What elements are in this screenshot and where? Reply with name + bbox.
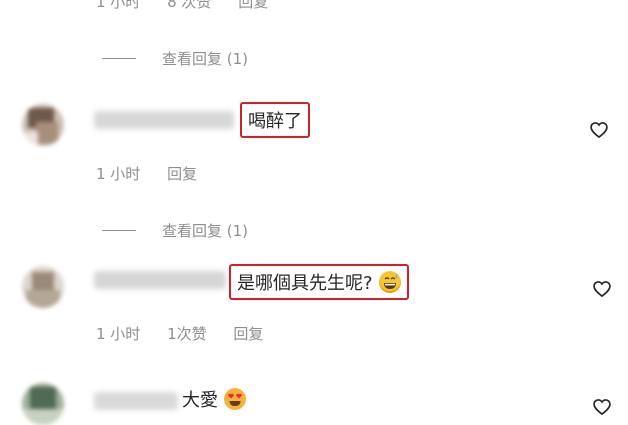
comment-text-2-box: 是哪個具先生呢?: [229, 264, 409, 300]
username-redacted[interactable]: [94, 111, 234, 129]
view-replies-label-1: 查看回复 (1): [162, 50, 249, 68]
comment-text-2: 是哪個具先生呢?: [237, 273, 373, 294]
heart-icon[interactable]: [589, 120, 609, 140]
heart-icon[interactable]: [592, 279, 612, 299]
view-replies-link-2[interactable]: 查看回复 (1): [102, 220, 248, 241]
top-meta-row: 1 小时 8 次赞 回复: [96, 0, 290, 12]
heart-icon[interactable]: [592, 397, 612, 417]
comment-meta-2: 1 小时 1次赞 回复: [96, 323, 285, 344]
like-count-2[interactable]: 1次赞: [167, 325, 207, 343]
username-redacted[interactable]: [94, 271, 226, 289]
reply-button-2[interactable]: 回复: [233, 325, 263, 343]
comment-time-2: 1 小时: [96, 325, 141, 343]
top-meta-reply-button[interactable]: 回复: [238, 0, 268, 11]
comment-time-1: 1 小时: [96, 165, 141, 183]
username-redacted[interactable]: [94, 392, 178, 410]
divider-dash: [102, 58, 136, 59]
grinning-sweat-emoji-icon: [378, 271, 401, 293]
view-replies-label-2: 查看回复 (1): [162, 222, 249, 240]
comment-text-1: 喝醉了: [240, 102, 310, 138]
heart-eyes-emoji-icon: [224, 388, 246, 410]
top-meta-time: 1 小时: [96, 0, 141, 11]
reply-button-1[interactable]: 回复: [167, 165, 197, 183]
view-replies-link-1[interactable]: 查看回复 (1): [102, 48, 248, 69]
avatar[interactable]: [22, 266, 64, 308]
comment-text-3: 大愛: [182, 390, 218, 411]
avatar[interactable]: [22, 104, 64, 146]
divider-dash: [102, 230, 136, 231]
comment-meta-1: 1 小时 回复: [96, 163, 219, 184]
top-meta-likes[interactable]: 8 次赞: [167, 0, 211, 11]
comment-text-3-wrap: 大愛: [182, 386, 246, 412]
